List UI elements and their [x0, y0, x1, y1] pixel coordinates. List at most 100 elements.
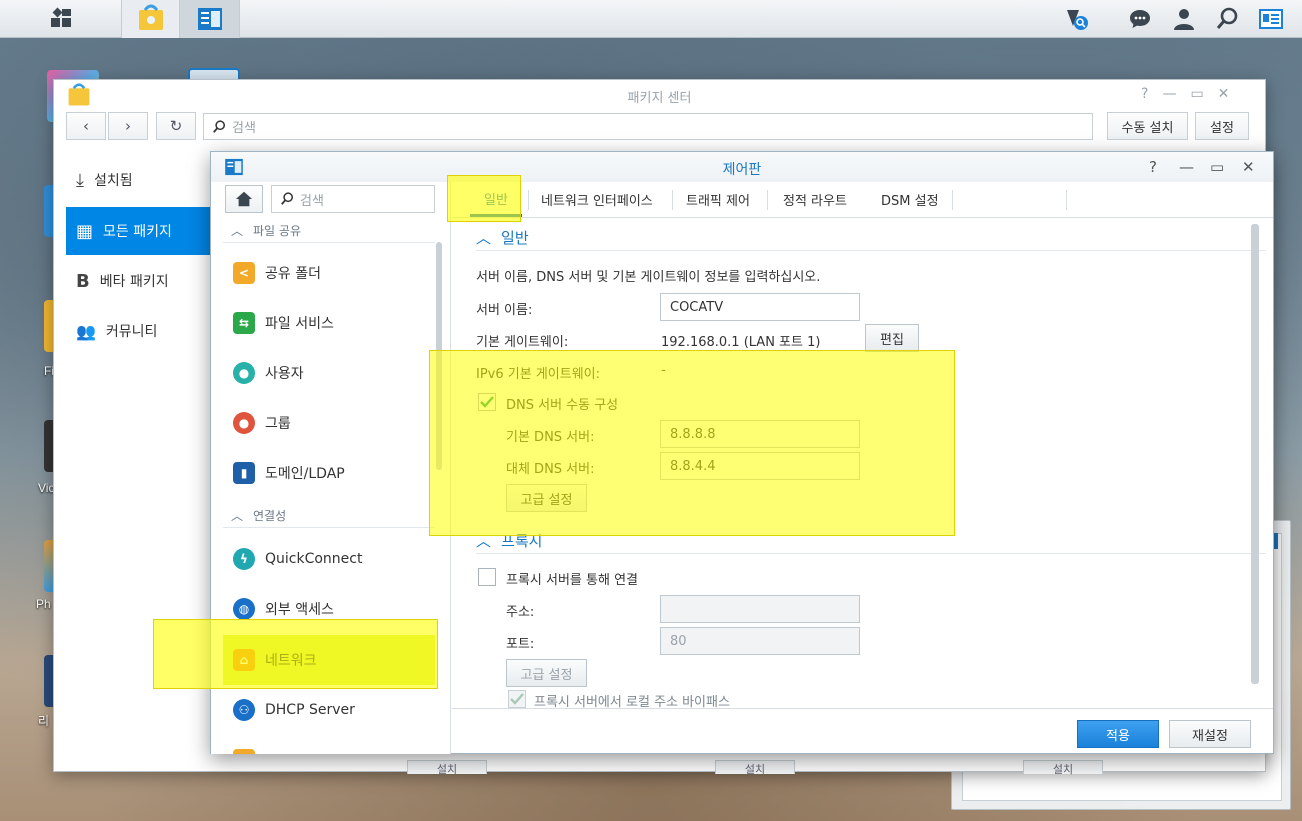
category-connectivity[interactable]: ︿ 연결성 — [223, 504, 435, 528]
ipv6-gateway-label: IPv6 기본 게이트웨이: — [476, 367, 601, 382]
close-icon[interactable]: ✕ — [1242, 158, 1255, 176]
tab-network-interface[interactable]: 네트워크 인터페이스 — [527, 182, 667, 217]
dns-manual-checkbox[interactable] — [478, 393, 496, 411]
search-notify-button[interactable] — [1062, 4, 1092, 34]
proxy-address-label: 주소: — [506, 605, 535, 620]
maximize-icon[interactable]: ▭ — [1210, 158, 1224, 176]
help-icon[interactable]: ? — [1149, 158, 1157, 176]
sidebar-item-label: 베타 패키지 — [99, 274, 169, 290]
grid-icon: ▦ — [76, 220, 94, 242]
tab-dsm-settings[interactable]: DSM 설정 — [867, 182, 953, 217]
maximize-icon[interactable]: ▭ — [1190, 86, 1203, 102]
sidebar-item-label: 파일 서비스 — [265, 316, 334, 332]
sidebar-item-domain-ldap[interactable]: ▮ 도메인/LDAP — [223, 448, 435, 498]
sidebar-item-dhcp-server[interactable]: ⚇ DHCP Server — [223, 685, 435, 735]
gateway-edit-button[interactable]: 편집 — [865, 324, 919, 352]
sidebar-item-file-services[interactable]: ⇆ 파일 서비스 — [223, 298, 435, 348]
content-scrollbar[interactable] — [1251, 224, 1259, 684]
package-settings-button[interactable]: 설정 — [1195, 112, 1249, 140]
sidebar-item-label: 설치됨 — [93, 173, 133, 189]
taskbar-package-center[interactable] — [122, 0, 180, 38]
search-button[interactable] — [1212, 4, 1242, 34]
control-panel-sidebar: 검색 ︿ 파일 공유 < 공유 폴더 ⇆ 파일 서비스 ● 사용자 ● 그룹 ▮… — [211, 182, 451, 754]
tab-static-route[interactable]: 정적 라우트 — [769, 182, 861, 217]
file-services-icon: ⇆ — [233, 312, 255, 334]
search-placeholder: 검색 — [300, 193, 324, 209]
proxy-bypass-checkbox[interactable] — [508, 690, 526, 708]
sidebar-item-shared-folder[interactable]: < 공유 폴더 — [223, 248, 435, 298]
section-proxy-header[interactable]: ︿ 프록시 — [476, 528, 1266, 554]
sidebar-item-quickconnect[interactable]: ϟ QuickConnect — [223, 534, 435, 584]
apply-button[interactable]: 적용 — [1077, 720, 1159, 748]
server-name-field[interactable]: COCATV — [660, 293, 860, 321]
widgets-button[interactable] — [1256, 4, 1286, 34]
shared-folder-icon: < — [233, 262, 255, 284]
chat-button[interactable] — [1125, 4, 1155, 34]
tab-traffic-control[interactable]: 트래픽 제어 — [672, 182, 764, 217]
user-button[interactable] — [1169, 4, 1199, 34]
sidebar-item-user[interactable]: ● 사용자 — [223, 348, 435, 398]
dns-manual-label: DNS 서버 수동 구성 — [506, 398, 619, 413]
manual-install-button[interactable]: 수동 설치 — [1107, 112, 1188, 140]
forward-button[interactable]: › — [108, 112, 148, 140]
proxy-address-field[interactable] — [660, 595, 860, 623]
sidebar-item-community[interactable]: 👥 커뮤니티 — [66, 307, 216, 355]
proxy-advanced-button[interactable]: 고급 설정 — [506, 659, 587, 687]
install-button-2[interactable]: 설치 — [715, 760, 795, 776]
chevron-left-icon: ‹ — [83, 117, 89, 135]
user-icon — [1174, 9, 1194, 30]
tab-separator — [952, 190, 953, 210]
minimize-icon[interactable]: — — [1179, 158, 1194, 176]
reset-button[interactable]: 재설정 — [1169, 720, 1251, 748]
sidebar-item-label: 그룹 — [265, 416, 291, 432]
sidebar-item-installed[interactable]: ⤓ 설치됨 — [66, 156, 216, 204]
control-panel-footer: 적용 재설정 — [452, 708, 1273, 754]
sidebar-scrollbar[interactable] — [436, 242, 442, 470]
refresh-button[interactable]: ↻ — [156, 112, 196, 140]
primary-dns-field[interactable]: 8.8.8.8 — [660, 420, 860, 448]
package-search-placeholder: 검색 — [232, 121, 256, 136]
search-icon — [1216, 7, 1238, 29]
tab-general[interactable]: 일반 — [470, 182, 522, 217]
sidebar-item-group[interactable]: ● 그룹 — [223, 398, 435, 448]
search-icon — [213, 119, 226, 133]
quickconnect-icon: ϟ — [233, 548, 255, 570]
secondary-dns-field[interactable]: 8.8.4.4 — [660, 452, 860, 480]
general-description: 서버 이름, DNS 서버 및 기본 게이트웨이 정보를 입력하십시오. — [476, 270, 821, 285]
category-file-sharing[interactable]: ︿ 파일 공유 — [223, 219, 435, 243]
minimize-icon[interactable]: — — [1162, 86, 1176, 102]
secondary-dns-label: 대체 DNS 서버: — [506, 462, 595, 477]
sidebar-item-all-packages[interactable]: ▦ 모든 패키지 — [66, 207, 216, 255]
proxy-port-field[interactable]: 80 — [660, 627, 860, 655]
widgets-icon — [1259, 9, 1283, 29]
install-button-3[interactable]: 설치 — [1023, 760, 1103, 776]
section-general-header[interactable]: ︿ 일반 — [476, 225, 1266, 251]
package-search-input[interactable]: 검색 — [203, 113, 1093, 140]
control-panel-titlebar[interactable]: 제어판 ? — ▭ ✕ — [211, 152, 1273, 182]
sidebar-item-external-access[interactable]: ◍ 외부 액세스 — [223, 584, 435, 634]
control-panel-search-input[interactable]: 검색 — [271, 185, 435, 213]
package-center-icon — [138, 4, 163, 30]
back-button[interactable]: ‹ — [66, 112, 106, 140]
sidebar-item-next[interactable] — [223, 735, 435, 754]
home-icon — [235, 191, 253, 207]
server-name-label: 서버 이름: — [476, 303, 533, 318]
network-home-icon: ⌂ — [233, 649, 255, 671]
sidebar-item-label: DHCP Server — [265, 702, 355, 718]
help-icon[interactable]: ? — [1141, 86, 1148, 102]
control-panel-title: 제어판 — [722, 162, 762, 178]
sidebar-item-label: 사용자 — [265, 366, 304, 382]
close-icon[interactable]: ✕ — [1218, 86, 1230, 102]
proxy-checkbox[interactable] — [478, 568, 496, 586]
download-icon: ⤓ — [76, 169, 84, 191]
sidebar-item-network[interactable]: ⌂ 네트워크 — [223, 635, 435, 685]
taskbar-control-panel[interactable] — [180, 0, 240, 38]
home-button[interactable] — [225, 185, 263, 213]
control-panel-window: 제어판 ? — ▭ ✕ 검색 ︿ 파일 공유 < 공유 폴더 ⇆ 파일 서비스 … — [210, 151, 1274, 754]
community-icon: 👥 — [76, 321, 96, 341]
sidebar-item-beta[interactable]: B 베타 패키지 — [66, 257, 216, 305]
package-center-titlebar[interactable]: 패키지 센터 ? — ▭ ✕ — [54, 80, 1265, 110]
general-advanced-button[interactable]: 고급 설정 — [506, 484, 587, 512]
install-button-1[interactable]: 설치 — [407, 760, 487, 776]
main-menu-button[interactable] — [0, 0, 122, 38]
